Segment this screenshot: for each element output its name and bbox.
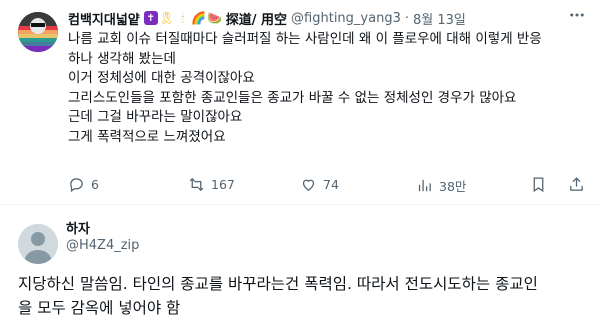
reply-author-handle[interactable]: @H4Z4_zip (66, 238, 139, 253)
reply-text: 지당하신 말씀임. 타인의 종교를 바꾸라는건 폭력임. 따라서 전도시도하는 … (18, 272, 588, 320)
reply-button[interactable]: 6 (68, 176, 99, 193)
rainbow-badge-icon: 🌈 (191, 11, 207, 25)
tweet-line: 나름 교회 이슈 터질때마다 슬러퍼질 하는 사람인데 왜 이 플로우에 대해 … (68, 31, 542, 47)
tweet-text: 나름 교회 이슈 터질때마다 슬러퍼질 하는 사람인데 왜 이 플로우에 대해 … (68, 30, 588, 148)
reply-line: 을 모두 감옥에 넣어야 함 (18, 299, 181, 317)
tweet-actions: 6 167 74 38만 (68, 176, 586, 198)
retweet-count: 167 (211, 177, 235, 192)
bookmark-icon (533, 177, 544, 193)
tweet-header: 컴백지대넓얕 ✝ 🎗 🕯 🌈 🍉 探道/ 用空 @fighting_yang3 … (68, 8, 466, 28)
tweet-date[interactable]: 8월 13일 (413, 9, 466, 28)
author-handle[interactable]: @fighting_yang3 (291, 11, 401, 26)
views-chart-icon (418, 179, 431, 192)
tweet-line: 그게 폭력적으로 느껴졌어요 (68, 128, 226, 145)
views-count: 38만 (439, 179, 467, 194)
share-button[interactable] (568, 176, 585, 193)
candle-badge-icon: 🕯 (181, 10, 185, 25)
like-count: 74 (323, 177, 339, 192)
like-button[interactable]: 74 (300, 176, 339, 193)
reply-author-name[interactable]: 하자 (66, 218, 90, 237)
watermelon-badge-icon: 🍉 (207, 11, 223, 25)
author-avatar[interactable] (18, 12, 58, 52)
author-name-suffix[interactable]: 探道/ 用空 (226, 9, 287, 28)
reply-count: 6 (91, 177, 99, 192)
separator-dot: · (404, 10, 409, 26)
share-icon (570, 177, 583, 191)
tweet-line: 그리스도인들을 포함한 종교인들은 종교가 바꿀 수 없는 정체성인 경우가 많… (68, 89, 517, 106)
tweet-line: 이거 정체성에 대한 공격이잖아요 (68, 70, 255, 87)
cross-badge-icon: ✝ (143, 11, 158, 25)
views-button[interactable]: 38만 (416, 176, 466, 195)
heart-icon (302, 179, 315, 191)
original-tweet[interactable]: 컴백지대넓얕 ✝ 🎗 🕯 🌈 🍉 探道/ 用空 @fighting_yang3 … (0, 0, 600, 205)
default-avatar-icon (18, 224, 58, 264)
retweet-icon (189, 177, 204, 192)
more-dots-icon[interactable] (566, 6, 588, 26)
ribbon-badge-icon: 🎗 (159, 11, 175, 25)
bookmark-button[interactable] (530, 176, 547, 193)
author-name[interactable]: 컴백지대넓얕 (68, 9, 140, 28)
reply-icon (70, 178, 83, 193)
reply-avatar[interactable] (18, 224, 58, 264)
retweet-button[interactable]: 167 (188, 176, 235, 193)
reply-line: 지당하신 말씀임. 타인의 종교를 바꾸라는건 폭력임. 따라서 전도시도하는 … (18, 275, 538, 293)
tweet-line: 근데 그걸 바꾸라는 말이잖아요 (68, 109, 243, 126)
tweet-line: 하나 생각해 봤는데 (68, 50, 176, 67)
name-badges: ✝ 🎗 🕯 🌈 🍉 (143, 10, 223, 25)
